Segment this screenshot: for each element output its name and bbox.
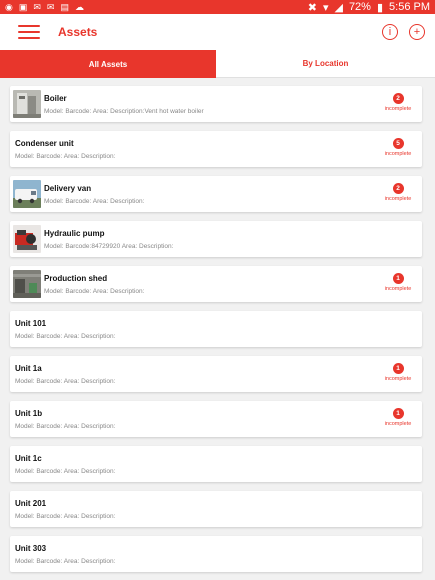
incomplete-indicator: 1 incomplete (381, 273, 415, 292)
asset-list-item[interactable]: Unit 303 Model: Barcode: Area: Descriptio… (10, 536, 422, 572)
mail-icon: ✉ (46, 1, 55, 12)
incomplete-count-badge: 1 (392, 363, 404, 374)
asset-details: Model: Barcode: Area: Description: (15, 513, 116, 520)
incomplete-indicator: 1 incomplete (381, 408, 415, 427)
bag-icon: ▤ (60, 1, 69, 12)
incomplete-label: incomplete (384, 286, 412, 292)
incomplete-count-badge: 2 (392, 93, 404, 104)
asset-details: Model: Barcode: Area: Description: (15, 333, 116, 340)
tab-by-location[interactable]: By Location (216, 50, 435, 78)
incomplete-count-badge: 5 (392, 138, 404, 149)
clock: 5:56 PM (389, 1, 430, 13)
asset-thumbnail (13, 90, 41, 118)
incomplete-label: incomplete (384, 376, 412, 382)
incomplete-label: incomplete (384, 151, 412, 157)
asset-details: Model: Barcode: Area: Description: (15, 558, 116, 565)
menu-icon[interactable] (18, 25, 40, 39)
asset-list-item[interactable]: Condenser unit Model: Barcode: Area: Desc… (10, 131, 422, 167)
asset-details: Model: Barcode:84729920 Area: Descriptio… (44, 243, 174, 250)
incomplete-count-badge: 1 (392, 408, 404, 419)
asset-list-item[interactable]: Hydraulic pump Model: Barcode:84729920 Ar… (10, 221, 422, 257)
asset-name: Unit 1a (15, 364, 42, 373)
battery-level: 72% (348, 1, 371, 13)
image-icon: ▣ (18, 1, 28, 12)
page-title: Assets (58, 25, 98, 39)
tab-bar: All Assets By Location (0, 50, 435, 78)
signal-icon: ◢ (334, 1, 343, 14)
incomplete-indicator: 2 incomplete (381, 183, 415, 202)
asset-name: Boiler (44, 94, 67, 103)
asset-name: Unit 1b (15, 409, 43, 418)
incomplete-count-badge: 1 (392, 273, 404, 284)
asset-details: Model: Barcode: Area: Description: (15, 153, 116, 160)
incomplete-label: incomplete (384, 196, 412, 202)
asset-list-item[interactable]: Unit 201 Model: Barcode: Area: Descriptio… (10, 491, 422, 527)
asset-details: Model: Barcode: Area: Description: (15, 468, 116, 475)
asset-details: Model: Barcode: Area: Description:Vent h… (44, 108, 204, 115)
incomplete-label: incomplete (384, 106, 412, 112)
asset-list-item[interactable]: Production shed Model: Barcode: Area: Des… (10, 266, 422, 302)
asset-list-item[interactable]: Delivery van Model: Barcode: Area: Descri… (10, 176, 422, 212)
asset-list-item[interactable]: Unit 101 Model: Barcode: Area: Descriptio… (10, 311, 422, 347)
battery-icon: ▮ (376, 1, 384, 14)
asset-details: Model: Barcode: Area: Description: (15, 423, 116, 430)
asset-details: Model: Barcode: Area: Description: (44, 288, 145, 295)
incomplete-indicator: 5 incomplete (381, 138, 415, 157)
asset-list-item[interactable]: Boiler Model: Barcode: Area: Description:… (10, 86, 422, 122)
asset-list-item[interactable]: Unit 1c Model: Barcode: Area: Description… (10, 446, 422, 482)
asset-name: Unit 303 (15, 544, 47, 553)
app-bar: Assets i + (0, 14, 435, 50)
mute-icon: ✖ (307, 1, 317, 14)
incomplete-indicator: 1 incomplete (381, 363, 415, 382)
asset-name: Unit 1c (15, 454, 42, 463)
cloud-icon: ☁ (74, 1, 84, 12)
wifi-icon: ▾ (322, 1, 329, 14)
asset-name: Hydraulic pump (44, 229, 105, 238)
asset-name: Production shed (44, 274, 108, 283)
asset-name: Condenser unit (15, 139, 74, 148)
asset-name: Unit 101 (15, 319, 47, 328)
status-bar: ◉ ▣ ✉ ✉ ▤ ☁ ✖ ▾ ◢ 72% ▮ 5:56 PM (0, 0, 435, 14)
asset-name: Delivery van (44, 184, 92, 193)
asset-list-item[interactable]: Unit 1b Model: Barcode: Area: Description… (10, 401, 422, 437)
add-icon[interactable]: + (409, 24, 425, 40)
asset-details: Model: Barcode: Area: Description: (44, 198, 145, 205)
mail-icon: ✉ (33, 1, 41, 12)
tab-all-assets[interactable]: All Assets (0, 50, 216, 78)
asset-details: Model: Barcode: Area: Description: (15, 378, 116, 385)
asset-thumbnail (13, 270, 41, 298)
asset-list-item[interactable]: Unit 1a Model: Barcode: Area: Description… (10, 356, 422, 392)
asset-thumbnail (13, 225, 41, 253)
asset-name: Unit 201 (15, 499, 47, 508)
incomplete-label: incomplete (384, 421, 412, 427)
asset-thumbnail (13, 180, 41, 208)
status-icons: ◉ ▣ ✉ ✉ ▤ ☁ (5, 1, 84, 12)
incomplete-count-badge: 2 (392, 183, 404, 194)
incomplete-indicator: 2 incomplete (381, 93, 415, 112)
location-icon: ◉ (5, 1, 13, 12)
info-icon[interactable]: i (382, 24, 398, 40)
